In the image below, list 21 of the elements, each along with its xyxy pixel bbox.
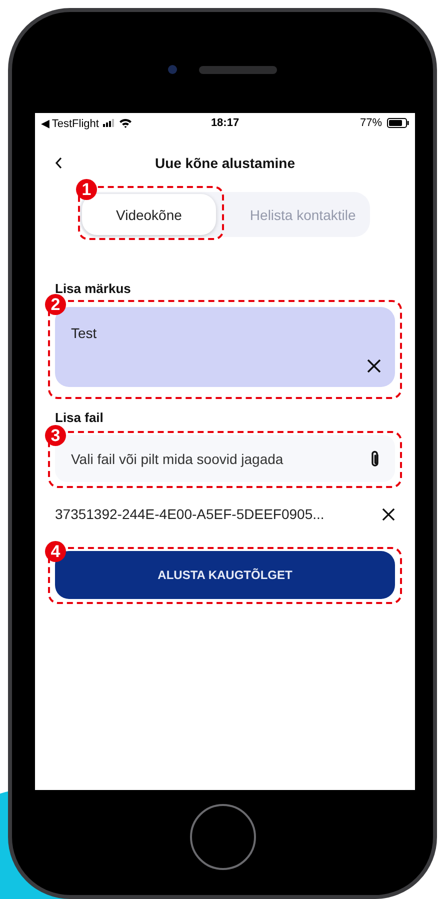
call-type-tab[interactable]: Videokõne <box>82 194 216 235</box>
wifi-icon <box>118 118 132 128</box>
paperclip-icon <box>369 450 381 468</box>
section-label: Lisa fail <box>55 410 104 425</box>
battery-percent: 77% <box>360 117 382 129</box>
signal-icon <box>102 119 115 127</box>
status-time: 18:17 <box>210 117 240 129</box>
back-icon[interactable] <box>55 157 63 169</box>
battery-icon <box>387 118 410 128</box>
clear-icon[interactable] <box>367 359 381 373</box>
home-button[interactable] <box>190 804 256 870</box>
back-to-app-link[interactable]: ◀ TestFlight <box>41 116 99 130</box>
step-number: 3 <box>45 425 66 446</box>
step-number: 1 <box>76 179 97 200</box>
section-label: Lisa märkus <box>55 281 132 296</box>
screen-title: Uue kõne alustamine <box>154 155 296 171</box>
step-number: 4 <box>45 541 66 562</box>
remove-icon[interactable] <box>382 508 395 520</box>
step-number: 2 <box>45 294 66 315</box>
attached-file-name: 37351392-244E-4E00-A5EF-5DEEF0905... <box>55 506 324 522</box>
camera-icon <box>168 65 177 74</box>
